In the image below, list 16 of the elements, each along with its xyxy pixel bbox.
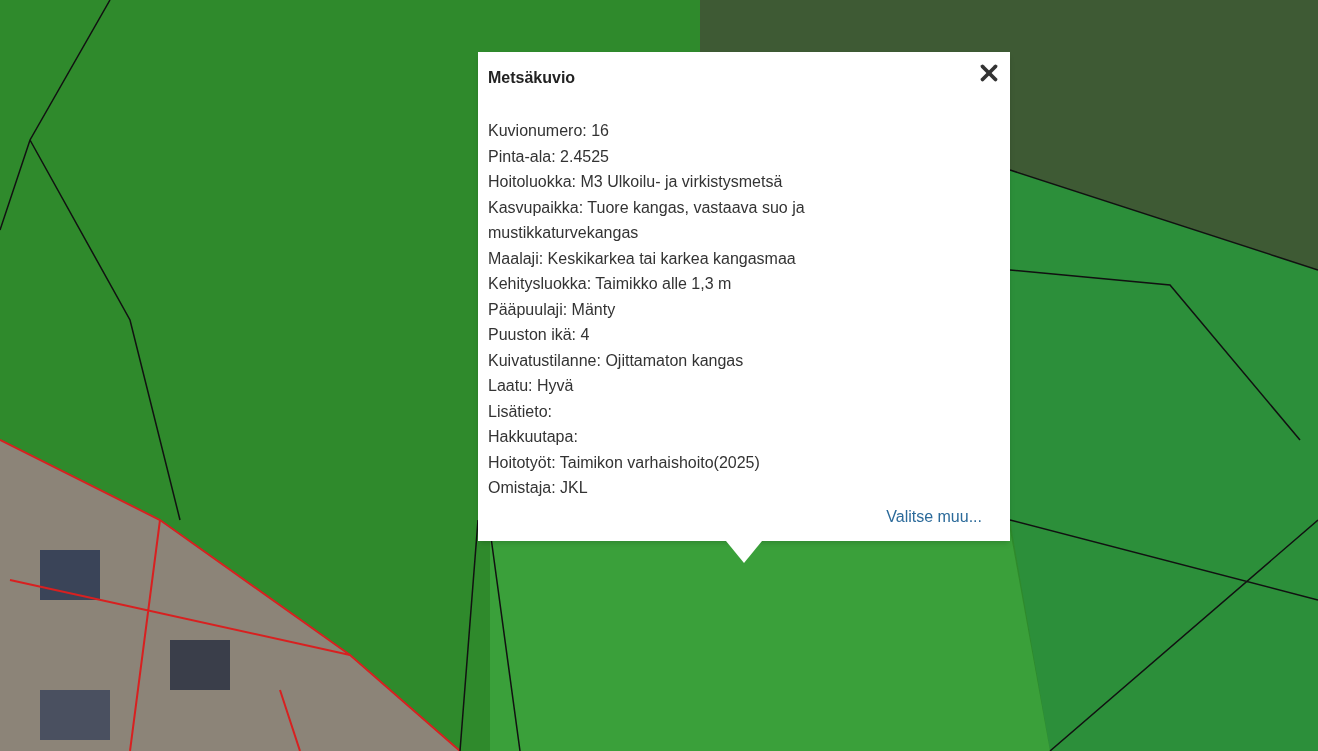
popup-field: Pinta-ala: 2.4525	[488, 143, 888, 169]
popup-title: Metsäkuvio	[488, 68, 576, 88]
popup-field: Kasvupaikka: Tuore kangas, vastaava suo ja mustikkaturvekangas	[488, 194, 888, 246]
popup-field: Kehitysluokka: Taimikko alle 1,3 m	[488, 271, 888, 297]
popup-field: Puuston ikä: 4	[488, 322, 888, 348]
popup-field: Lisätieto:	[488, 398, 888, 424]
popup-field: Hoitotyöt: Taimikon varhaishoito(2025)	[488, 449, 888, 475]
popup-field: Kuivatustilanne: Ojittamaton kangas	[488, 347, 888, 373]
popup-field: Kuvionumero: 16	[488, 118, 888, 144]
popup-field: Pääpuulaji: Mänty	[488, 296, 888, 322]
popup-field: Omistaja: JKL	[488, 475, 888, 501]
choose-other-link[interactable]: Valitse muu...	[886, 504, 982, 529]
popup-field: Hoitoluokka: M3 Ulkoilu- ja virkistysmetsä	[488, 169, 888, 195]
popup-field: Maalaji: Keskikarkea tai karkea kangasmaa	[488, 245, 888, 271]
popup-field: Hakkuutapa:	[488, 424, 888, 450]
popup-field: Laatu: Hyvä	[488, 373, 888, 399]
